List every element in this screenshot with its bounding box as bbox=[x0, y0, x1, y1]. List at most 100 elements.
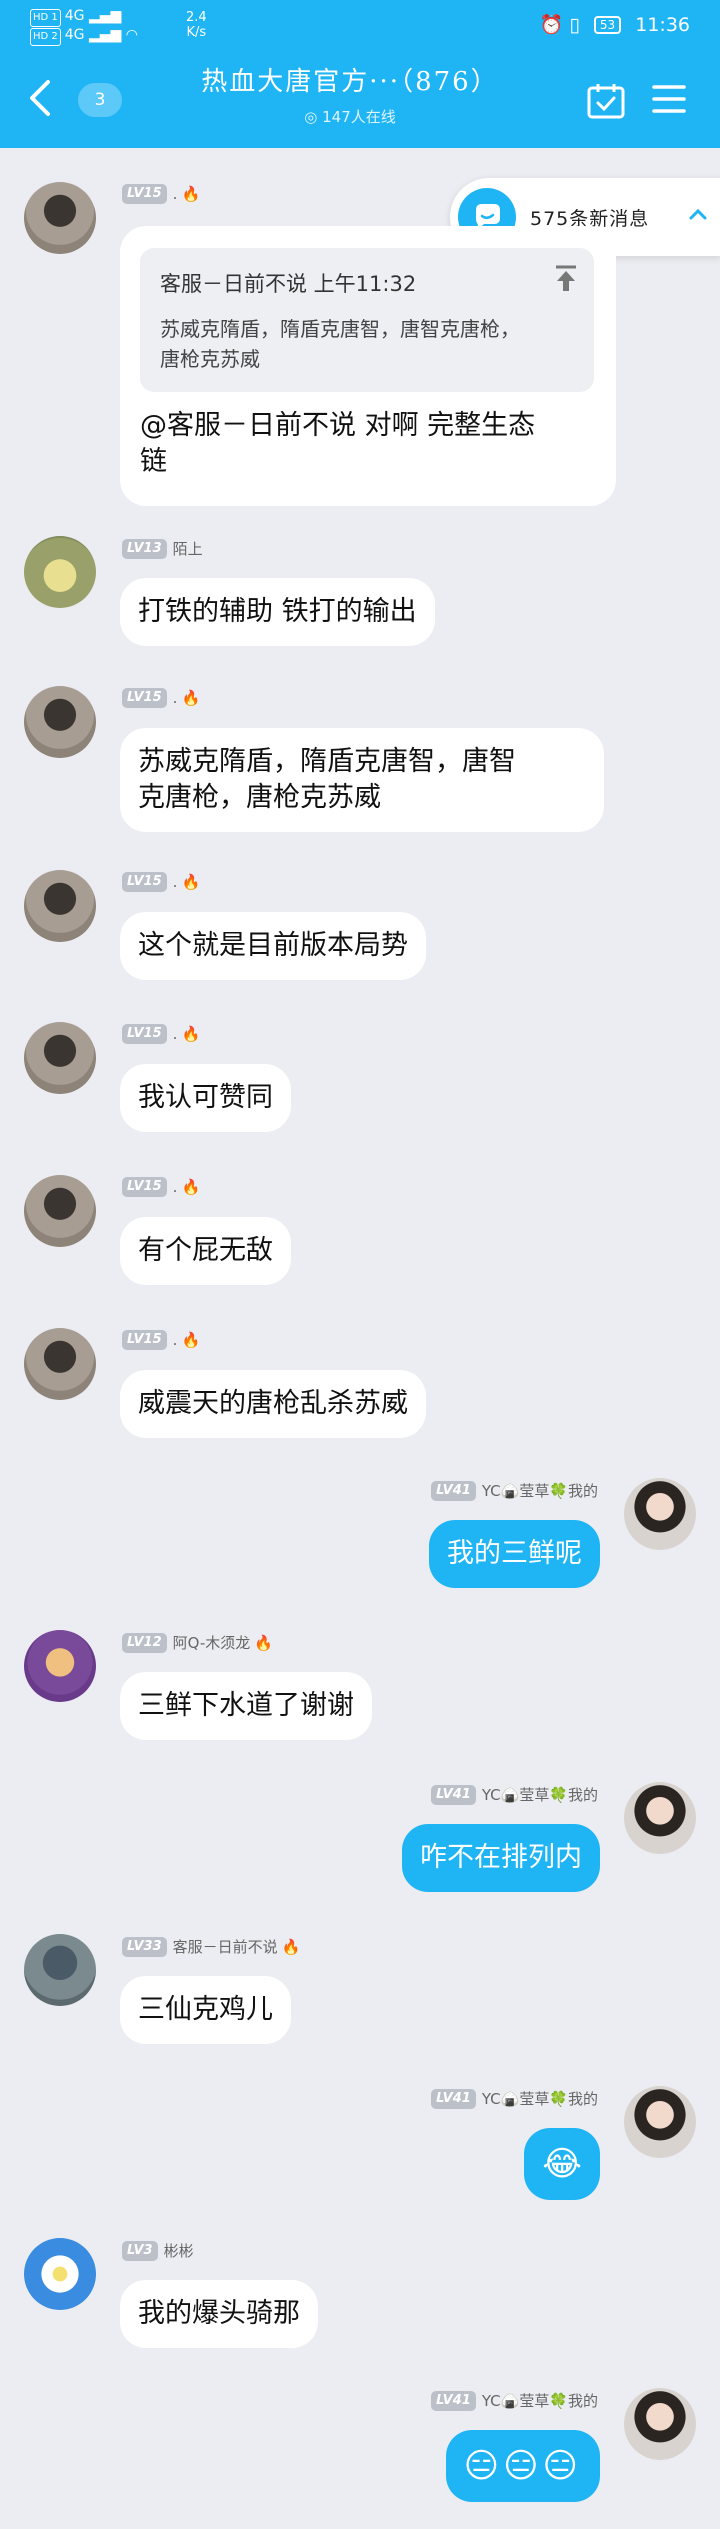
level-badge: LV33 bbox=[122, 1936, 167, 1957]
message-bubble[interactable]: 😑😑😑 bbox=[445, 2430, 600, 2502]
level-badge: LV15 bbox=[122, 688, 167, 708]
wifi-icon: ◠ bbox=[125, 27, 138, 43]
group-title[interactable]: 热血大唐官方···（876） bbox=[140, 64, 560, 100]
sender-name[interactable]: 客服－日前不说 bbox=[173, 1938, 278, 1956]
sender-name[interactable]: . bbox=[173, 1178, 178, 1196]
fire-icon: 🔥 bbox=[181, 1178, 201, 1196]
level-badge: LV15 bbox=[122, 872, 167, 892]
message-bubble[interactable]: 这个就是目前版本局势 bbox=[120, 912, 426, 980]
fire-icon: 🔥 bbox=[181, 873, 201, 891]
jump-to-top-icon[interactable] bbox=[554, 264, 578, 292]
avatar[interactable] bbox=[24, 182, 96, 254]
avatar[interactable] bbox=[24, 2238, 96, 2310]
quote-body: 苏威克隋盾，隋盾克唐智，唐智克唐枪，唐枪克苏威 bbox=[160, 317, 520, 371]
quoted-message[interactable]: 客服－日前不说 上午11:32 苏威克隋盾，隋盾克唐智，唐智克唐枪，唐枪克苏威 bbox=[140, 248, 594, 392]
avatar[interactable] bbox=[624, 2086, 696, 2158]
avatar[interactable] bbox=[24, 686, 96, 758]
message-text-line: 克唐枪，唐枪克苏威 bbox=[138, 782, 381, 813]
message-bubble[interactable]: 我认可赞同 bbox=[120, 1064, 291, 1132]
back-arrow-icon[interactable] bbox=[24, 78, 58, 118]
fire-icon: 🔥 bbox=[254, 1633, 273, 1652]
avatar[interactable] bbox=[24, 1175, 96, 1247]
avatar[interactable] bbox=[24, 1022, 96, 1094]
fire-icon: 🔥 bbox=[181, 1025, 201, 1043]
sender-name[interactable]: . bbox=[173, 1025, 178, 1043]
message-bubble[interactable]: 有个屁无敌 bbox=[120, 1217, 291, 1285]
level-badge: LV12 bbox=[122, 1632, 167, 1653]
network-type-2: 4G bbox=[64, 27, 85, 43]
avatar[interactable] bbox=[624, 1478, 696, 1550]
fire-icon: 🔥 bbox=[181, 185, 201, 203]
message-bubble[interactable]: 三鲜下水道了谢谢 bbox=[120, 1672, 372, 1740]
sender-name[interactable]: . bbox=[173, 873, 178, 891]
message-bubble[interactable]: 打铁的辅助 铁打的输出 bbox=[120, 578, 435, 646]
sender-meta: LV13 陌上 bbox=[122, 538, 203, 562]
sender-meta: LV12 阿Q-木须龙 🔥 bbox=[122, 1632, 273, 1656]
status-bar: HD 1 4G ▂▄▆ HD 2 4G ▂▄▆ ◠ 2.4 K/s ⏰ ▯ 53 1… bbox=[0, 0, 720, 52]
level-badge: LV13 bbox=[122, 538, 167, 559]
message-text-line: 链 bbox=[140, 446, 167, 477]
sender-meta: LV15. 🔥 bbox=[122, 1024, 200, 1048]
level-badge: LV3 bbox=[122, 2240, 158, 2261]
signal-icon-2: ▂▄▆ bbox=[88, 27, 122, 43]
sender-name[interactable]: 阿Q-木须龙 bbox=[173, 1634, 251, 1652]
quote-header: 客服－日前不说 上午11:32 bbox=[160, 272, 417, 296]
message-bubble[interactable]: 我的三鲜呢 bbox=[429, 1520, 600, 1588]
alarm-icon: ⏰ bbox=[539, 14, 564, 36]
sender-name[interactable]: YC🍙莹草🍀我的 bbox=[482, 1786, 598, 1804]
sender-name[interactable]: YC🍙莹草🍀我的 bbox=[482, 2090, 598, 2108]
chat-header: 3 热血大唐官方···（876） ◎ 147人在线 bbox=[0, 52, 720, 148]
online-text: 147人在线 bbox=[322, 108, 396, 126]
sender-meta: LV3 彬彬 bbox=[122, 2240, 194, 2264]
avatar[interactable] bbox=[24, 1328, 96, 1400]
sender-name[interactable]: . bbox=[173, 1331, 178, 1349]
level-badge: LV41 bbox=[431, 2390, 476, 2411]
message-text: @客服－日前不说 对啊 完整生态 链 bbox=[140, 408, 596, 480]
message-bubble[interactable]: 威震天的唐枪乱杀苏威 bbox=[120, 1370, 426, 1438]
sender-name[interactable]: 彬彬 bbox=[164, 2242, 194, 2260]
level-badge: LV41 bbox=[431, 2088, 476, 2109]
message-bubble[interactable]: 我的爆头骑那 bbox=[120, 2280, 318, 2348]
menu-icon[interactable] bbox=[652, 82, 686, 116]
speed-value: 2.4 bbox=[186, 10, 207, 25]
sender-meta: LV15. 🔥 bbox=[122, 184, 200, 208]
level-badge: LV41 bbox=[431, 1480, 476, 1501]
online-dot-icon: ◎ bbox=[304, 108, 318, 126]
message-bubble[interactable]: 三仙克鸡儿 bbox=[120, 1976, 291, 2044]
sender-meta: LV41 YC🍙莹草🍀我的 bbox=[431, 2088, 598, 2112]
level-badge: LV15 bbox=[122, 1024, 167, 1044]
signal-icon: ▂▄▆ bbox=[88, 8, 122, 24]
network-speed: 2.4 K/s bbox=[186, 10, 207, 40]
avatar[interactable] bbox=[24, 536, 96, 608]
unread-badge[interactable]: 3 bbox=[78, 83, 122, 117]
sender-meta: LV15. 🔥 bbox=[122, 1177, 200, 1201]
sender-meta: LV15. 🔥 bbox=[122, 872, 200, 896]
avatar[interactable] bbox=[24, 1630, 96, 1702]
sender-meta: LV41 YC🍙莹草🍀我的 bbox=[431, 1784, 598, 1808]
level-badge: LV15 bbox=[122, 1177, 167, 1197]
avatar[interactable] bbox=[24, 870, 96, 942]
avatar[interactable] bbox=[624, 2388, 696, 2460]
sender-name[interactable]: YC🍙莹草🍀我的 bbox=[482, 2392, 598, 2410]
status-right: ⏰ ▯ 53 11:36 bbox=[540, 13, 690, 36]
avatar[interactable] bbox=[24, 1934, 96, 2006]
sender-name[interactable]: . bbox=[173, 689, 178, 707]
clock: 11:36 bbox=[635, 14, 690, 36]
level-badge: LV41 bbox=[431, 1784, 476, 1805]
message-text-line: 苏威克隋盾，隋盾克唐智，唐智 bbox=[138, 746, 516, 777]
sender-name[interactable]: YC🍙莹草🍀我的 bbox=[482, 1482, 598, 1500]
sender-name[interactable]: 陌上 bbox=[173, 540, 203, 558]
sender-meta: LV41 YC🍙莹草🍀我的 bbox=[431, 2390, 598, 2414]
online-count: ◎ 147人在线 bbox=[140, 106, 560, 127]
chevron-up-icon bbox=[689, 208, 707, 220]
message-bubble[interactable]: 咋不在排列内 bbox=[402, 1824, 600, 1892]
battery-indicator: 53 bbox=[593, 16, 622, 34]
message-bubble[interactable]: 😂 bbox=[524, 2128, 600, 2200]
sender-meta: LV33 客服－日前不说 🔥 bbox=[122, 1936, 300, 1960]
message-bubble[interactable]: 苏威克隋盾，隋盾克唐智，唐智 克唐枪，唐枪克苏威 bbox=[120, 728, 604, 832]
calendar-check-icon[interactable] bbox=[586, 82, 626, 120]
message-bubble[interactable]: 客服－日前不说 上午11:32 苏威克隋盾，隋盾克唐智，唐智克唐枪，唐枪克苏威 … bbox=[120, 226, 616, 506]
avatar[interactable] bbox=[624, 1782, 696, 1854]
network-type-1: 4G bbox=[64, 8, 85, 24]
sender-name[interactable]: . bbox=[173, 185, 178, 203]
